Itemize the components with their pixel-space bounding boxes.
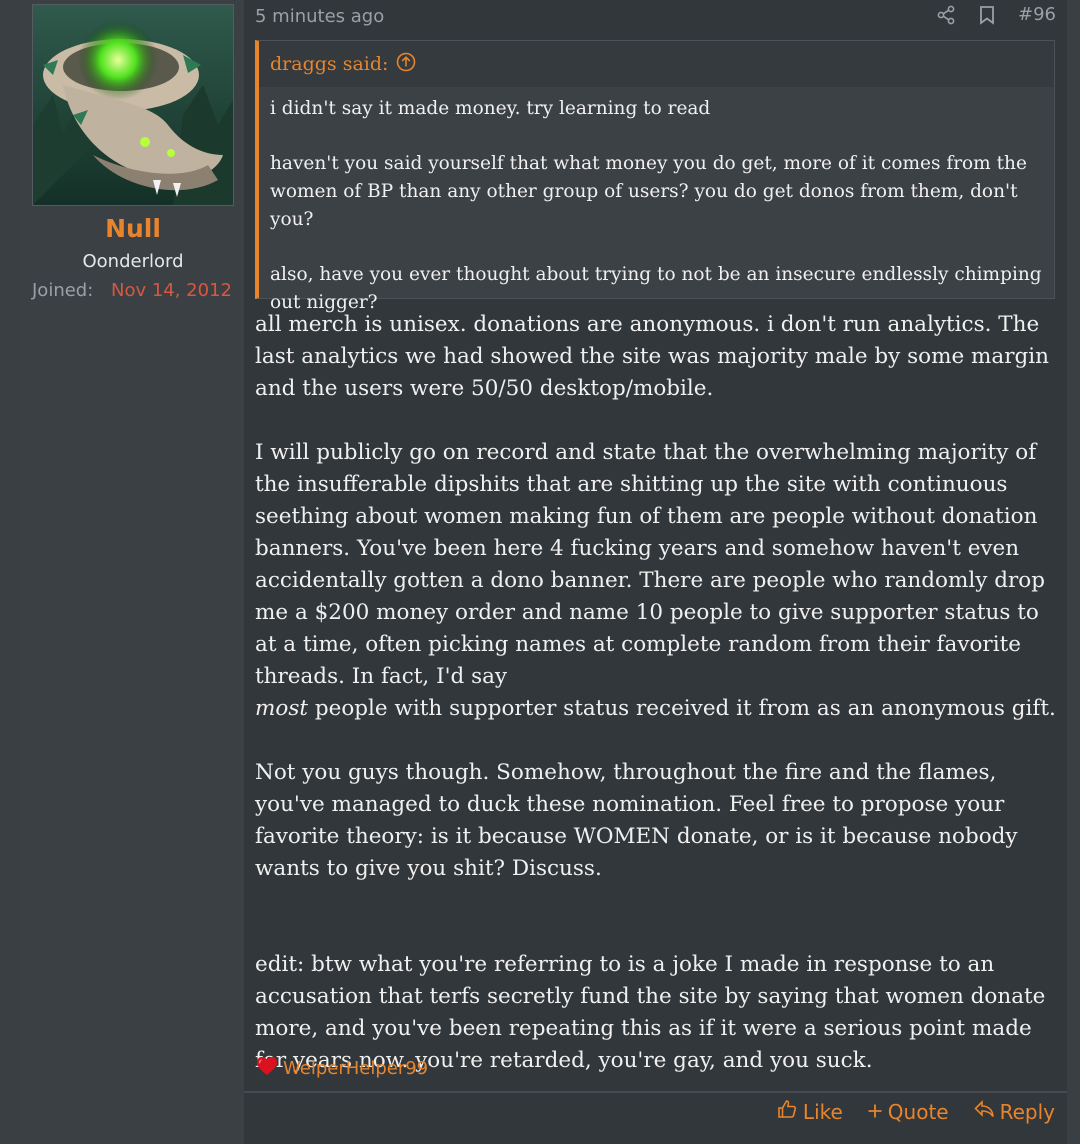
username[interactable]: Null xyxy=(22,214,244,243)
left-gutter xyxy=(0,0,22,1144)
quote-paragraph: haven't you said yourself that what mone… xyxy=(270,153,1027,230)
quote-paragraph: i didn't say it made money. try learning… xyxy=(270,98,711,119)
post-time[interactable]: 5 minutes ago xyxy=(255,6,384,27)
body-paragraph: Not you guys though. Somehow, throughout… xyxy=(255,760,1018,881)
share-icon[interactable] xyxy=(936,5,956,25)
emphasis-text: most xyxy=(255,696,309,721)
body-paragraph: all merch is unisex. donations are anony… xyxy=(255,312,1050,401)
post-meta-actions: #96 xyxy=(936,4,1056,25)
body-text-run: I will publicly go on record and state t… xyxy=(255,440,1045,689)
divider xyxy=(244,1091,1067,1093)
joined-label: Joined: xyxy=(32,280,94,301)
quote-author[interactable]: draggs said: xyxy=(270,53,388,75)
reply-button[interactable]: Reply xyxy=(973,1098,1055,1125)
reaction-user-link[interactable]: WelperHelper99 xyxy=(283,1058,428,1079)
like-label: Like xyxy=(802,1099,843,1124)
bookmark-icon[interactable] xyxy=(978,5,996,25)
avatar-image xyxy=(33,5,233,205)
quote-label: Quote xyxy=(887,1099,949,1124)
quote-block: draggs said: i didn't say it made money.… xyxy=(255,40,1055,313)
reply-arrow-icon xyxy=(973,1098,995,1125)
like-button[interactable]: Like xyxy=(776,1098,843,1125)
post-container: Null Oonderlord Joined: Nov 14, 2012 5 m… xyxy=(22,0,1067,1144)
user-sidebar: Null Oonderlord Joined: Nov 14, 2012 xyxy=(22,0,244,1144)
post-body: all merch is unisex. donations are anony… xyxy=(255,309,1060,1077)
body-paragraph: I will publicly go on record and state t… xyxy=(255,437,1060,725)
reply-label: Reply xyxy=(999,1099,1055,1124)
arrow-up-circle-icon[interactable] xyxy=(396,52,416,77)
plus-icon xyxy=(867,1100,883,1124)
heart-icon xyxy=(255,1054,279,1083)
quote-header[interactable]: draggs said: xyxy=(259,41,1054,87)
user-title: Oonderlord xyxy=(82,251,184,272)
body-text-run: people with supporter status received it… xyxy=(308,696,1056,721)
quote-button[interactable]: Quote xyxy=(867,1098,949,1125)
thumbs-up-icon xyxy=(776,1098,798,1125)
post-main: 5 minutes ago #96 draggs said: i didn't … xyxy=(244,0,1067,1144)
avatar[interactable] xyxy=(32,4,234,206)
reactions-bar: WelperHelper99 xyxy=(255,1054,428,1083)
post-actions: Like Quote Reply xyxy=(776,1098,1055,1125)
quote-body: i didn't say it made money. try learning… xyxy=(259,87,1054,317)
post-number[interactable]: #96 xyxy=(1018,4,1056,25)
joined-date: Nov 14, 2012 xyxy=(110,280,232,301)
right-gutter xyxy=(1067,0,1080,1144)
